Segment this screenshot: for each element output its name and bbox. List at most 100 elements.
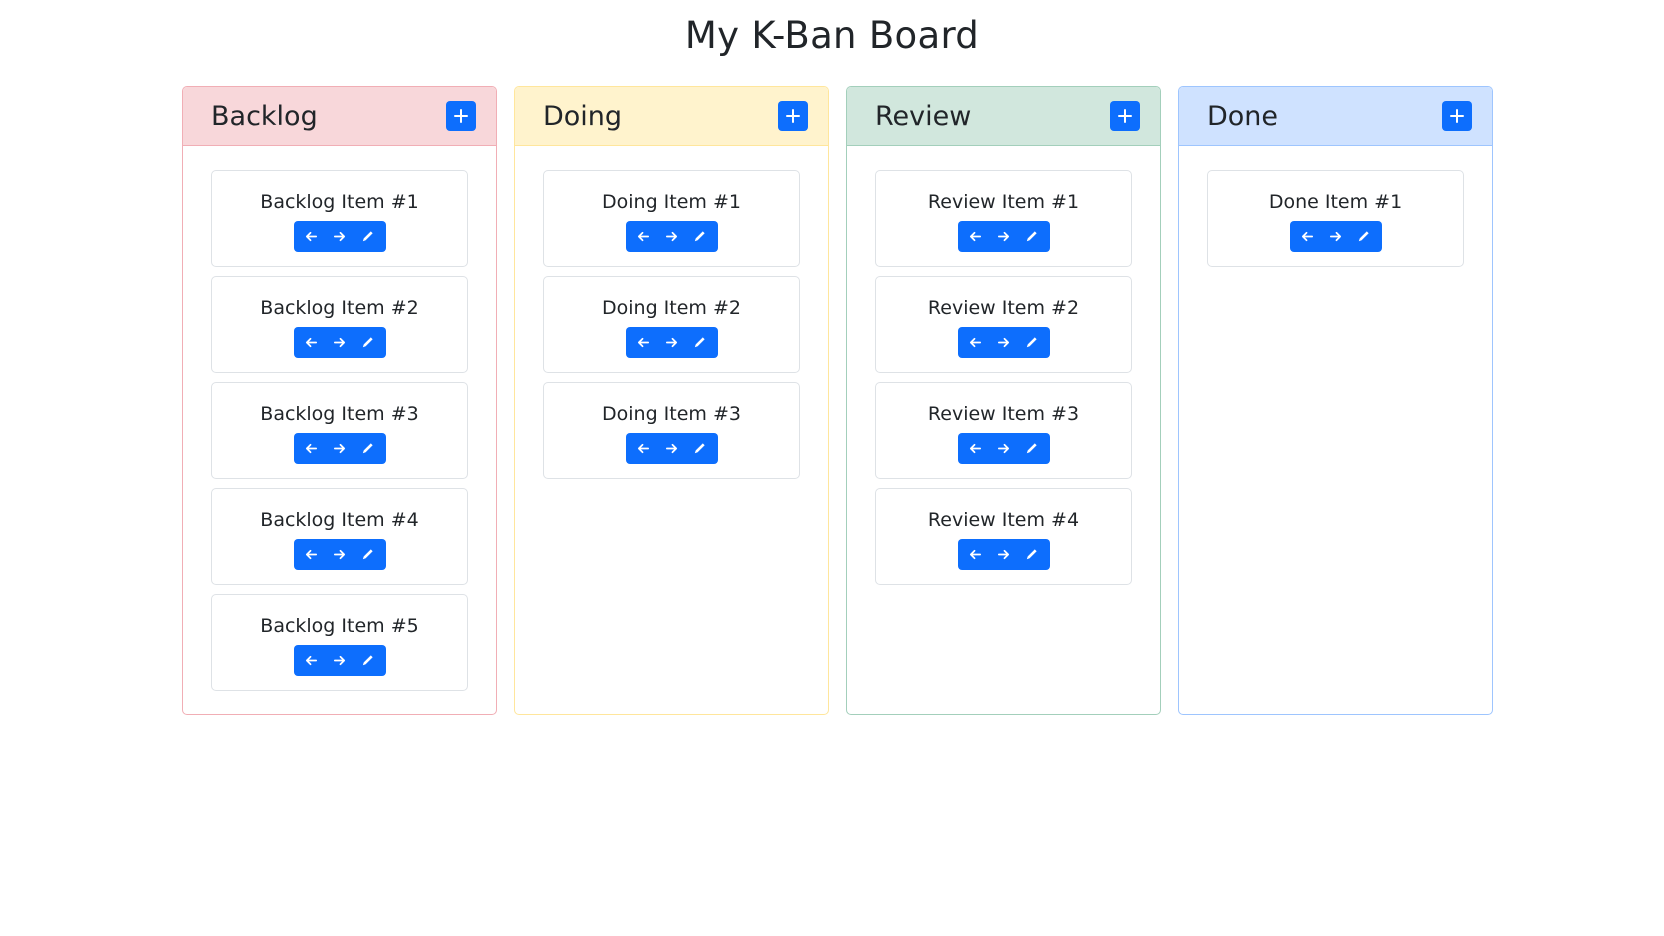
move-right-button[interactable]: [991, 330, 1017, 356]
pencil-icon: [362, 443, 373, 454]
page-title: My K-Ban Board: [684, 14, 980, 57]
column-title: Doing: [543, 100, 623, 132]
column-body-review: Review Item #1 Review Item #2 Review Ite…: [847, 146, 1160, 585]
move-left-button[interactable]: [963, 436, 989, 462]
move-left-button[interactable]: [299, 436, 325, 462]
card-action-group: [625, 221, 718, 252]
move-left-button[interactable]: [631, 436, 657, 462]
arrow-right-icon: [997, 231, 1010, 242]
card-action-group: [957, 433, 1050, 464]
edit-button[interactable]: [1019, 224, 1045, 250]
task-card-title: Backlog Item #3: [260, 403, 419, 425]
task-card: Doing Item #2: [543, 276, 800, 373]
edit-button[interactable]: [687, 330, 713, 356]
edit-button[interactable]: [1019, 330, 1045, 356]
task-card-title: Review Item #3: [927, 403, 1080, 425]
arrow-right-icon: [997, 549, 1010, 560]
arrow-left-icon: [969, 443, 982, 454]
move-right-button[interactable]: [327, 436, 353, 462]
edit-button[interactable]: [355, 224, 381, 250]
column-backlog: Backlog Backlog Item #1 Backlog Item #2 …: [182, 86, 497, 715]
card-action-group: [625, 327, 718, 358]
arrow-left-icon: [637, 443, 650, 454]
move-right-button[interactable]: [1323, 224, 1349, 250]
task-card-title: Backlog Item #1: [260, 191, 419, 213]
move-left-button[interactable]: [1295, 224, 1321, 250]
arrow-left-icon: [1301, 231, 1314, 242]
column-review: Review Review Item #1 Review Item #2 Rev…: [846, 86, 1161, 715]
move-right-button[interactable]: [327, 330, 353, 356]
plus-icon: [786, 109, 800, 123]
arrow-right-icon: [997, 443, 1010, 454]
card-action-group: [957, 221, 1050, 252]
pencil-icon: [694, 231, 705, 242]
edit-button[interactable]: [355, 330, 381, 356]
column-doing: Doing Doing Item #1 Doing Item #2 Doing …: [514, 86, 829, 715]
move-left-button[interactable]: [963, 330, 989, 356]
task-card: Review Item #3: [875, 382, 1132, 479]
move-left-button[interactable]: [963, 542, 989, 568]
task-card-title: Done Item #1: [1268, 191, 1403, 213]
move-right-button[interactable]: [659, 436, 685, 462]
column-header-done: Done: [1179, 87, 1492, 146]
edit-button[interactable]: [1019, 542, 1045, 568]
move-right-button[interactable]: [991, 224, 1017, 250]
edit-button[interactable]: [1351, 224, 1377, 250]
move-left-button[interactable]: [299, 648, 325, 674]
move-right-button[interactable]: [327, 542, 353, 568]
move-left-button[interactable]: [299, 330, 325, 356]
task-card: Backlog Item #3: [211, 382, 468, 479]
task-card-title: Review Item #1: [927, 191, 1080, 213]
add-item-button[interactable]: [1110, 101, 1140, 131]
pencil-icon: [1358, 231, 1369, 242]
edit-button[interactable]: [1019, 436, 1045, 462]
card-action-group: [293, 645, 386, 676]
task-card: Backlog Item #4: [211, 488, 468, 585]
arrow-left-icon: [305, 549, 318, 560]
arrow-left-icon: [305, 231, 318, 242]
card-action-group: [1289, 221, 1382, 252]
task-card: Review Item #2: [875, 276, 1132, 373]
edit-button[interactable]: [355, 648, 381, 674]
card-action-group: [293, 433, 386, 464]
card-action-group: [293, 539, 386, 570]
edit-button[interactable]: [687, 224, 713, 250]
kanban-board: Backlog Backlog Item #1 Backlog Item #2 …: [182, 86, 1493, 715]
move-left-button[interactable]: [631, 330, 657, 356]
move-left-button[interactable]: [299, 542, 325, 568]
move-left-button[interactable]: [963, 224, 989, 250]
column-header-backlog: Backlog: [183, 87, 496, 146]
task-card: Backlog Item #1: [211, 170, 468, 267]
task-card: Review Item #1: [875, 170, 1132, 267]
edit-button[interactable]: [355, 436, 381, 462]
move-right-button[interactable]: [659, 224, 685, 250]
arrow-left-icon: [305, 443, 318, 454]
move-right-button[interactable]: [327, 224, 353, 250]
pencil-icon: [362, 655, 373, 666]
pencil-icon: [1026, 337, 1037, 348]
edit-button[interactable]: [355, 542, 381, 568]
move-right-button[interactable]: [991, 436, 1017, 462]
pencil-icon: [1026, 443, 1037, 454]
arrow-right-icon: [333, 231, 346, 242]
move-right-button[interactable]: [327, 648, 353, 674]
arrow-left-icon: [637, 337, 650, 348]
pencil-icon: [694, 337, 705, 348]
column-body-done: Done Item #1: [1179, 146, 1492, 267]
add-item-button[interactable]: [1442, 101, 1472, 131]
move-left-button[interactable]: [631, 224, 657, 250]
arrow-left-icon: [305, 655, 318, 666]
arrow-right-icon: [333, 549, 346, 560]
add-item-button[interactable]: [446, 101, 476, 131]
task-card: Backlog Item #5: [211, 594, 468, 691]
add-item-button[interactable]: [778, 101, 808, 131]
move-right-button[interactable]: [659, 330, 685, 356]
edit-button[interactable]: [687, 436, 713, 462]
move-right-button[interactable]: [991, 542, 1017, 568]
card-action-group: [957, 539, 1050, 570]
task-card-title: Backlog Item #5: [260, 615, 419, 637]
arrow-left-icon: [637, 231, 650, 242]
move-left-button[interactable]: [299, 224, 325, 250]
card-action-group: [625, 433, 718, 464]
arrow-right-icon: [997, 337, 1010, 348]
